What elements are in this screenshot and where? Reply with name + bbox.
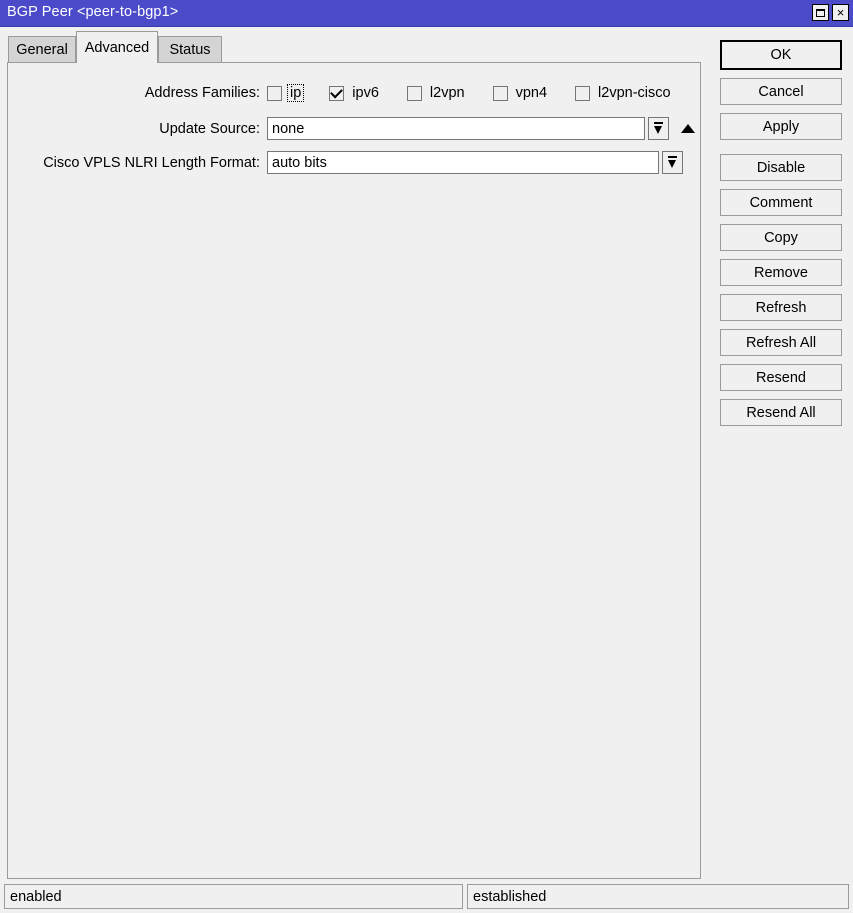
address-families-group: ip ipv6 l2vpn vpn4 l2vpn-cisco xyxy=(267,84,673,102)
cisco-vpls-nlri-dropdown-button[interactable] xyxy=(662,151,683,174)
maximize-button[interactable] xyxy=(812,4,829,21)
checkbox-ipv6[interactable] xyxy=(329,85,345,101)
checkbox-label-l2vpn[interactable]: l2vpn xyxy=(428,85,467,101)
ok-button[interactable]: OK xyxy=(720,40,842,70)
close-icon: × xyxy=(836,5,845,20)
update-source-row: Update Source: none xyxy=(8,117,702,140)
checkbox-item-l2vpn-cisco: l2vpn-cisco xyxy=(575,85,673,101)
remove-button[interactable]: Remove xyxy=(720,259,842,286)
refresh-all-button[interactable]: Refresh All xyxy=(720,329,842,356)
checkbox-l2vpn[interactable] xyxy=(406,85,422,101)
tab-status[interactable]: Status xyxy=(158,36,222,63)
update-source-input[interactable]: none xyxy=(267,117,645,140)
resend-all-button[interactable]: Resend All xyxy=(720,399,842,426)
action-button-column: OK Cancel Apply Disable Comment Copy Rem… xyxy=(720,40,842,434)
disable-button[interactable]: Disable xyxy=(720,154,842,181)
checkbox-vpn4[interactable] xyxy=(492,85,508,101)
address-families-row: Address Families: ip ipv6 l2vpn vpn4 l2v… xyxy=(8,84,702,102)
advanced-tab-panel: Address Families: ip ipv6 l2vpn vpn4 l2v… xyxy=(7,62,701,879)
checkbox-item-ip: ip xyxy=(267,84,305,102)
checkbox-l2vpn-cisco[interactable] xyxy=(575,85,591,101)
checkbox-label-vpn4[interactable]: vpn4 xyxy=(514,85,549,101)
checkbox-item-vpn4: vpn4 xyxy=(492,85,549,101)
checkbox-label-ipv6[interactable]: ipv6 xyxy=(350,85,381,101)
window-title: BGP Peer <peer-to-bgp1> xyxy=(7,4,179,20)
cancel-button[interactable]: Cancel xyxy=(720,78,842,105)
refresh-button[interactable]: Refresh xyxy=(720,294,842,321)
close-button[interactable]: × xyxy=(832,4,849,21)
cisco-vpls-nlri-row: Cisco VPLS NLRI Length Format: auto bits xyxy=(8,151,702,174)
address-families-label: Address Families: xyxy=(144,85,260,101)
cisco-vpls-nlri-label: Cisco VPLS NLRI Length Format: xyxy=(43,154,260,171)
dropdown-arrow-icon xyxy=(667,156,678,169)
apply-button[interactable]: Apply xyxy=(720,113,842,140)
window-controls: × xyxy=(812,4,849,21)
update-source-label: Update Source: xyxy=(159,120,260,137)
tab-general[interactable]: General xyxy=(8,36,76,63)
cisco-vpls-nlri-input[interactable]: auto bits xyxy=(267,151,659,174)
status-bar: enabled established xyxy=(4,884,849,909)
dropdown-arrow-icon xyxy=(653,122,664,135)
status-enabled: enabled xyxy=(4,884,463,909)
title-bar: BGP Peer <peer-to-bgp1> × xyxy=(0,0,853,27)
checkbox-label-l2vpn-cisco[interactable]: l2vpn-cisco xyxy=(596,85,673,101)
checkbox-item-ipv6: ipv6 xyxy=(329,85,381,101)
checkbox-item-l2vpn: l2vpn xyxy=(406,85,467,101)
comment-button[interactable]: Comment xyxy=(720,189,842,216)
status-state: established xyxy=(467,884,849,909)
copy-button[interactable]: Copy xyxy=(720,224,842,251)
tab-advanced[interactable]: Advanced xyxy=(76,31,158,63)
up-triangle-icon[interactable] xyxy=(681,124,695,133)
update-source-dropdown-button[interactable] xyxy=(648,117,669,140)
checkbox-ip[interactable] xyxy=(267,85,282,101)
checkbox-label-ip[interactable]: ip xyxy=(286,84,305,102)
resend-button[interactable]: Resend xyxy=(720,364,842,391)
maximize-icon xyxy=(816,8,825,17)
